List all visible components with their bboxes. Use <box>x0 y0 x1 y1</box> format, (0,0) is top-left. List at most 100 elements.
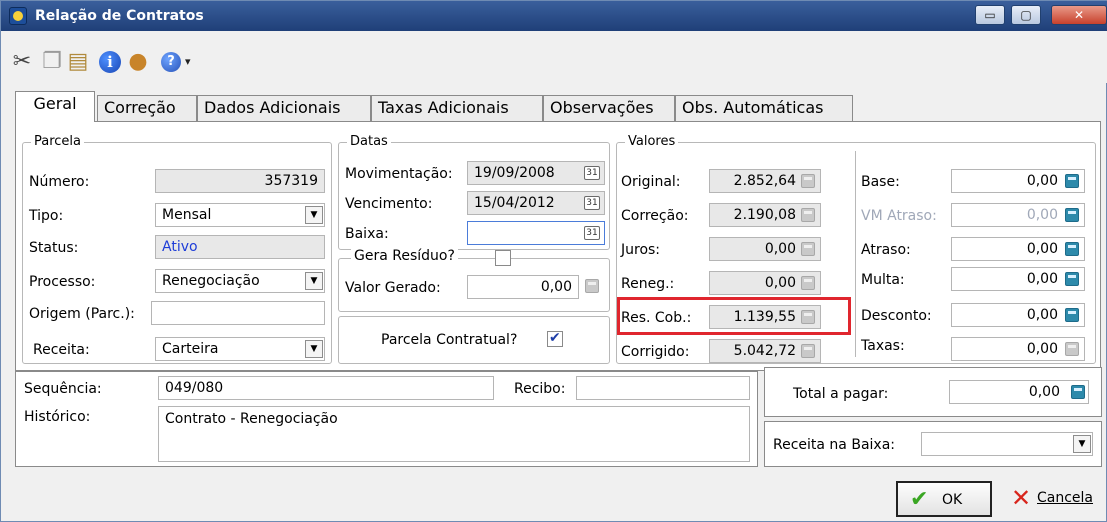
calculator-icon[interactable] <box>1071 385 1085 399</box>
app-icon <box>9 7 27 25</box>
parcela-contratual-group: Parcela Contratual? <box>338 316 610 364</box>
total-field[interactable]: 0,00 <box>949 380 1089 404</box>
receita-label: Receita: <box>33 342 90 358</box>
calendar-icon[interactable]: 31 <box>584 166 600 180</box>
tipo-label: Tipo: <box>29 208 64 224</box>
desconto-label: Desconto: <box>861 308 932 324</box>
cancel-button[interactable]: ✕ Cancela <box>1011 481 1107 517</box>
sequencia-field[interactable]: 049/080 <box>158 376 494 400</box>
tab-correcao[interactable]: Correção <box>97 95 197 121</box>
original-label: Original: <box>621 174 681 190</box>
valores-group: Valores Original: 2.852,64 Correção: 2.1… <box>616 134 1096 364</box>
vencimento-value: 15/04/2012 <box>474 195 555 211</box>
cut-icon[interactable]: ✂ <box>9 49 35 75</box>
origem-field[interactable] <box>151 301 325 325</box>
baixa-field[interactable]: 31 <box>467 221 605 245</box>
calculator-icon[interactable] <box>1065 242 1079 256</box>
calculator-icon <box>1065 342 1079 356</box>
valores-separator <box>855 151 856 357</box>
calculator-icon[interactable] <box>1065 208 1079 222</box>
chevron-down-icon[interactable]: ▼ <box>305 272 323 290</box>
status-field: Ativo <box>155 235 325 259</box>
movimentacao-field[interactable]: 19/09/2008 31 <box>467 161 605 185</box>
chevron-down-icon[interactable]: ▼ <box>305 206 323 224</box>
recibo-label: Recibo: <box>514 381 566 397</box>
datas-group: Datas Movimentação: 19/09/2008 31 Vencim… <box>338 134 610 250</box>
vencimento-label: Vencimento: <box>345 196 433 212</box>
help-icon[interactable]: ? <box>161 52 181 72</box>
gera-residuo-checkbox[interactable] <box>495 250 511 266</box>
window-title: Relação de Contratos <box>35 8 204 24</box>
calculator-icon[interactable] <box>1065 308 1079 322</box>
atraso-label: Atraso: <box>861 242 911 258</box>
tab-obs-automaticas[interactable]: Obs. Automáticas <box>675 95 853 121</box>
reneg-label: Reneg.: <box>621 276 675 292</box>
movimentacao-value: 19/09/2008 <box>474 165 555 181</box>
multa-label: Multa: <box>861 272 905 288</box>
help-dropdown-icon[interactable]: ▾ <box>185 55 191 68</box>
origem-label: Origem (Parc.): <box>29 306 135 322</box>
tab-observacoes[interactable]: Observações <box>543 95 675 121</box>
tab-page-geral: Parcela Número: 357319 Tipo: Mensal ▼ St… <box>15 121 1101 371</box>
calendar-icon[interactable]: 31 <box>584 196 600 210</box>
calculator-icon <box>801 276 815 290</box>
chevron-down-icon[interactable]: ▼ <box>1073 435 1091 453</box>
baixa-label: Baixa: <box>345 226 389 242</box>
ok-button[interactable]: ✔ OK <box>896 481 992 517</box>
receita-value: Carteira <box>162 341 219 357</box>
maximize-button[interactable]: ▢ <box>1011 5 1041 25</box>
tipo-select[interactable]: Mensal ▼ <box>155 203 325 227</box>
minimize-button[interactable]: ▭ <box>975 5 1005 25</box>
parcela-contratual-checkbox[interactable] <box>547 330 563 347</box>
calculator-icon[interactable] <box>1065 272 1079 286</box>
res-cob-highlight <box>617 297 851 335</box>
calendar-icon[interactable]: 31 <box>584 226 600 240</box>
calculator-icon[interactable] <box>1065 174 1079 188</box>
tipo-value: Mensal <box>162 207 212 223</box>
juros-label: Juros: <box>621 242 661 258</box>
parcela-group-title: Parcela <box>31 134 85 150</box>
ok-button-label: OK <box>942 492 963 508</box>
total-label: Total a pagar: <box>793 386 889 402</box>
info-panel: Sequência: 049/080 Recibo: Histórico: Co… <box>15 371 758 467</box>
taxas-label: Taxas: <box>861 338 905 354</box>
valores-group-title: Valores <box>625 134 679 150</box>
info-icon[interactable]: i <box>99 51 121 73</box>
receita-baixa-label: Receita na Baixa: <box>773 437 895 453</box>
contract-window: Relação de Contratos ▭ ▢ ✕ ✂ ❐ ▤ i ● ? ▾… <box>0 0 1107 522</box>
numero-field: 357319 <box>155 169 325 193</box>
tab-taxas-adicionais[interactable]: Taxas Adicionais <box>371 95 543 121</box>
historico-label: Histórico: <box>24 409 91 425</box>
calculator-icon[interactable] <box>585 279 599 293</box>
sequencia-label: Sequência: <box>24 381 102 397</box>
cancel-button-label: Cancela <box>1037 490 1094 506</box>
tab-dados-adicionais[interactable]: Dados Adicionais <box>197 95 371 121</box>
movimentacao-label: Movimentação: <box>345 166 453 182</box>
cancel-x-icon: ✕ <box>1011 484 1032 512</box>
calculator-icon <box>801 242 815 256</box>
corrigido-label: Corrigido: <box>621 344 690 360</box>
receita-baixa-panel: Receita na Baixa: ▼ <box>764 421 1102 467</box>
calculator-icon <box>801 344 815 358</box>
tab-geral[interactable]: Geral <box>15 91 95 122</box>
processo-select[interactable]: Renegociação ▼ <box>155 269 325 293</box>
paste-icon[interactable]: ▤ <box>65 49 91 75</box>
residuo-group: Gera Resíduo? Valor Gerado: 0,00 <box>338 248 610 312</box>
title-bar: Relação de Contratos ▭ ▢ ✕ <box>1 1 1107 31</box>
vencimento-field[interactable]: 15/04/2012 31 <box>467 191 605 215</box>
copy-icon[interactable]: ❐ <box>39 49 65 75</box>
receita-baixa-select[interactable]: ▼ <box>921 432 1093 456</box>
chevron-down-icon[interactable]: ▼ <box>305 340 323 358</box>
recibo-field[interactable] <box>576 376 750 400</box>
gera-residuo-label: Gera Resíduo? <box>351 248 458 264</box>
receita-select[interactable]: Carteira ▼ <box>155 337 325 361</box>
base-label: Base: <box>861 174 900 190</box>
historico-field[interactable]: Contrato - Renegociação <box>158 406 750 462</box>
parcela-contratual-label: Parcela Contratual? <box>381 332 518 348</box>
parcela-group: Parcela Número: 357319 Tipo: Mensal ▼ St… <box>22 134 332 364</box>
toolbar: ✂ ❐ ▤ i ● ? ▾ <box>1 31 1107 83</box>
valor-gerado-field[interactable]: 0,00 <box>467 275 579 299</box>
close-button[interactable]: ✕ <box>1051 5 1107 25</box>
processo-value: Renegociação <box>162 273 260 289</box>
user-icon[interactable]: ● <box>125 49 151 75</box>
